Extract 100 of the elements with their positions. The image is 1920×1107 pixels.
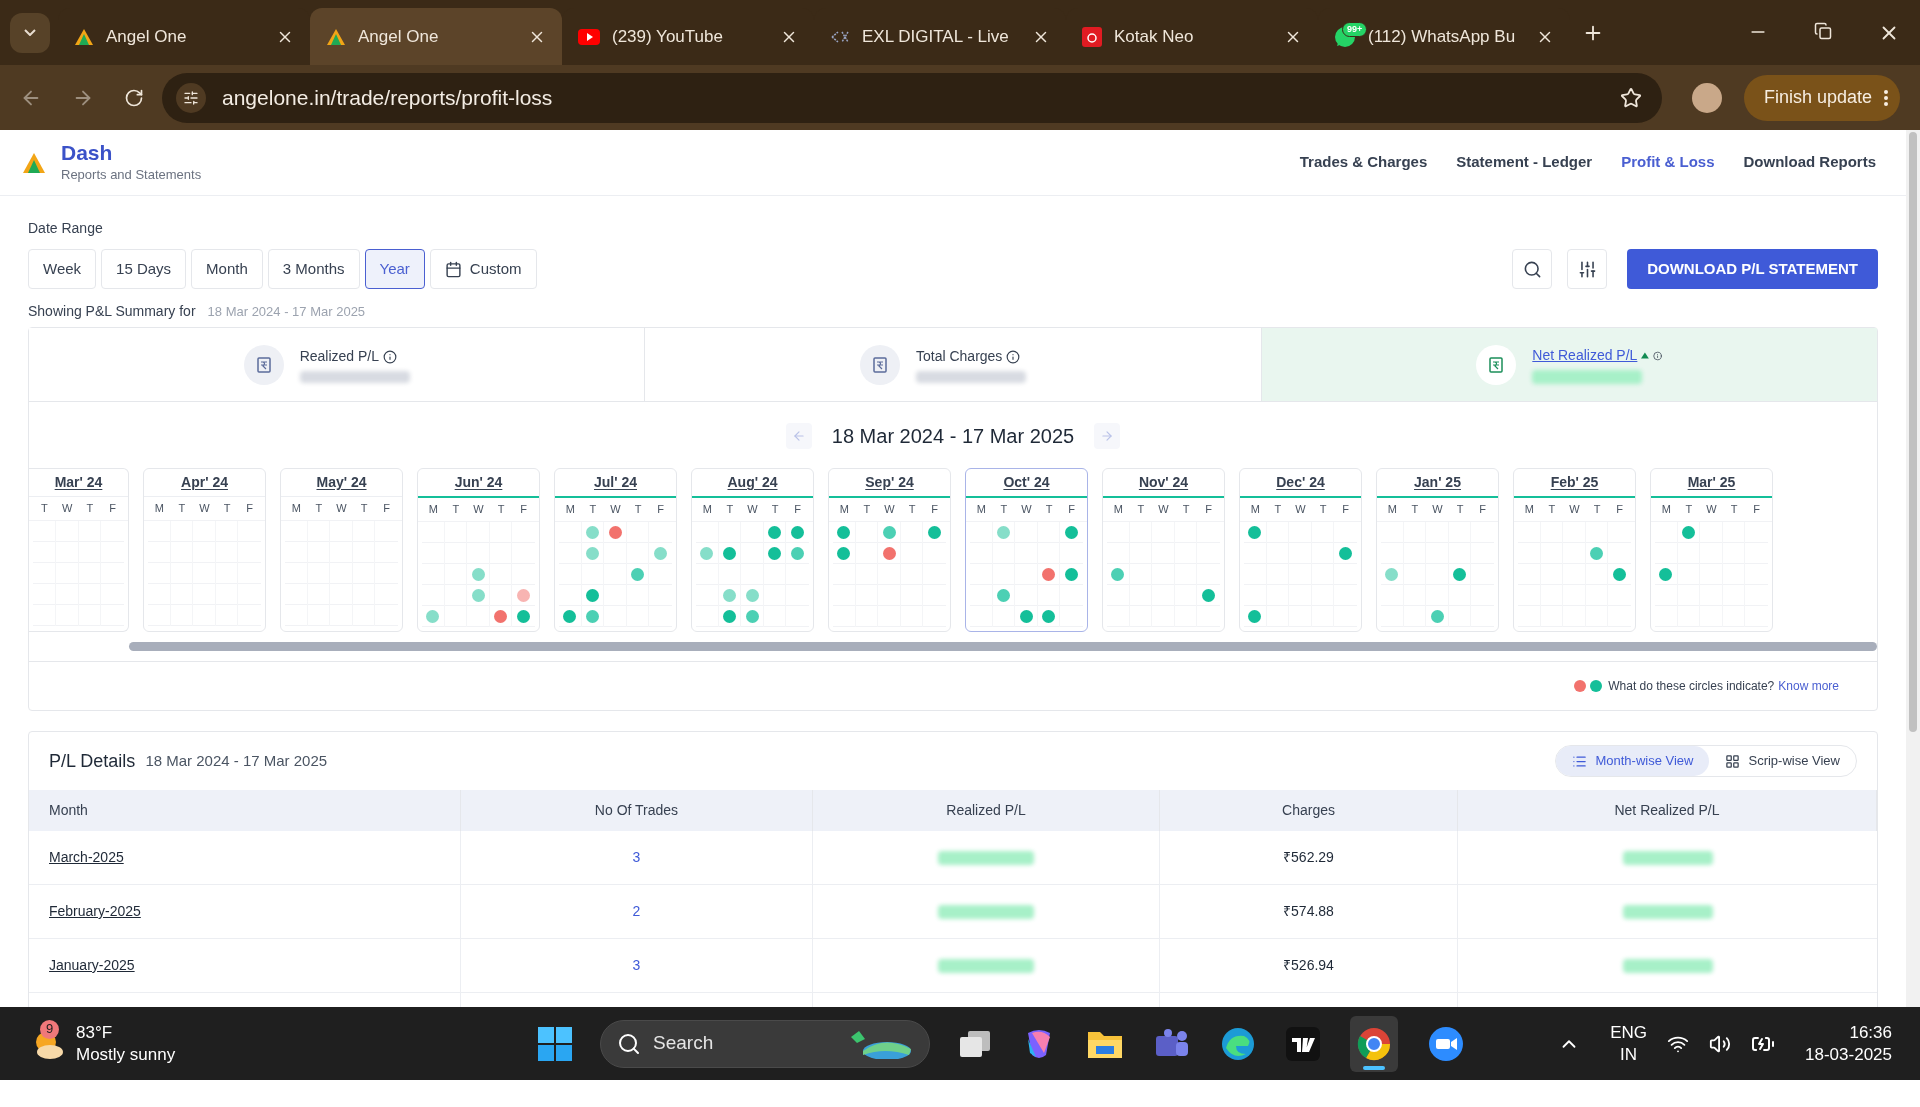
month-link[interactable]: February-2025	[49, 901, 141, 922]
month-card[interactable]: Oct' 24 M T W T F	[965, 468, 1088, 632]
notification-badge: 99+	[1342, 21, 1368, 37]
play-logo-icon	[578, 28, 600, 45]
weekday-label: T	[1684, 502, 1694, 518]
summary-label: Realized P/L	[299, 347, 380, 366]
month-card[interactable]: Jul' 24 M T W T F	[554, 468, 677, 632]
weekday-label: M	[427, 502, 439, 518]
clock-date[interactable]: 18-03-2025	[1805, 1043, 1892, 1066]
month-label[interactable]: Jul' 24	[594, 472, 637, 493]
video-call-icon[interactable]	[1428, 1025, 1464, 1062]
bookmark-star-icon[interactable]	[1619, 86, 1642, 109]
month-card[interactable]: Sep' 24 M T W T F	[828, 468, 951, 632]
month-label[interactable]: Mar' 24	[54, 472, 103, 493]
weekday-label: F	[1752, 502, 1762, 518]
view-option-button[interactable]: Month-wise View	[1556, 746, 1710, 776]
month-card[interactable]: May' 24 M T W T F	[280, 468, 403, 632]
month-label[interactable]: Sep' 24	[865, 472, 914, 493]
month-label[interactable]: Aug' 24	[727, 472, 778, 493]
finish-update-button[interactable]: Finish update	[1743, 74, 1900, 121]
month-card[interactable]: Dec' 24 M T W T F	[1239, 468, 1362, 632]
wave-browser-icon[interactable]	[1220, 1025, 1256, 1062]
month-link[interactable]: January-2025	[49, 955, 135, 976]
month-card[interactable]: Apr' 24 M T W T F	[143, 468, 266, 632]
weekday-label: M	[1112, 502, 1124, 518]
previous-button[interactable]	[785, 423, 812, 449]
download-statement-button[interactable]: DOWNLOAD P/L STATEMENT	[1627, 249, 1878, 289]
tab-search-button[interactable]	[10, 12, 50, 53]
active-app-tile[interactable]	[1350, 1015, 1398, 1072]
weekday-label: F	[1615, 502, 1625, 518]
month-label[interactable]: May' 24	[316, 472, 367, 493]
weekday-label: T	[725, 502, 735, 518]
browser-tab[interactable]: Angel One	[310, 8, 562, 65]
range-option-button[interactable]: Year	[364, 249, 425, 289]
windows-start-icon[interactable]	[538, 1026, 572, 1061]
weekday-label: F	[245, 501, 255, 517]
month-label[interactable]: Nov' 24	[1138, 472, 1189, 493]
month-label[interactable]: Oct' 24	[1003, 472, 1050, 493]
know-more-link[interactable]: Know more	[1778, 677, 1839, 695]
taskbar-search-field[interactable]: Search	[600, 1019, 930, 1068]
summary-card[interactable]: Net Realized P/L	[1261, 328, 1877, 401]
page-scrollbar[interactable]	[1906, 130, 1920, 1007]
month-label[interactable]: Feb' 25	[1550, 472, 1599, 493]
trade-count[interactable]: 3	[632, 955, 641, 976]
weekday-label: W	[609, 502, 622, 518]
view-option-button[interactable]: Scrip-wise View	[1709, 746, 1856, 776]
weekday-label: F	[108, 501, 117, 517]
range-option-button[interactable]: Custom	[429, 249, 537, 289]
month-card[interactable]: Aug' 24 M T W T F	[691, 468, 814, 632]
filter-button[interactable]	[1567, 249, 1608, 289]
weekday-label: T	[907, 502, 917, 518]
scrollbar[interactable]	[129, 642, 1877, 651]
month-card[interactable]: Feb' 25 M T W T F	[1513, 468, 1636, 632]
month-label[interactable]: Apr' 24	[181, 472, 228, 493]
weekday-label: F	[930, 502, 940, 518]
clock-time[interactable]: 16:36	[1849, 1021, 1892, 1044]
task-view-icon[interactable]	[958, 1028, 992, 1059]
next-button[interactable]	[1094, 423, 1121, 449]
month-label[interactable]: Jan' 25	[1414, 472, 1461, 493]
nav-link[interactable]: Trades & Charges	[1299, 151, 1428, 174]
chart-app-icon[interactable]	[1286, 1026, 1320, 1061]
month-card[interactable]: Nov' 24 M T W T F	[1102, 468, 1225, 632]
language-text[interactable]: ENG	[1610, 1021, 1648, 1044]
month-label[interactable]: Jun' 24	[454, 472, 503, 493]
month-card[interactable]: Jun' 24 M T W T F	[417, 468, 540, 632]
profile-avatar[interactable]	[1691, 82, 1722, 113]
app-subtitle: Reports and Statements	[61, 165, 202, 184]
trade-count[interactable]: 3	[632, 847, 641, 868]
weekday-label: F	[793, 502, 803, 518]
month-label[interactable]: Mar' 25	[1687, 472, 1736, 493]
month-label[interactable]: Dec' 24	[1276, 472, 1325, 493]
weekday-label: W	[472, 502, 485, 518]
trade-count[interactable]: 2	[632, 901, 641, 922]
region-text[interactable]: IN	[1620, 1043, 1638, 1066]
range-option-button[interactable]: Month	[191, 249, 263, 289]
url-text: angelone.in/trade/reports/profit-loss	[222, 84, 554, 111]
weekday-label: T	[633, 502, 643, 518]
range-option-button[interactable]: Week	[28, 249, 97, 289]
summary-label[interactable]: Net Realized P/L	[1532, 345, 1638, 366]
reload-icon[interactable]	[124, 87, 144, 108]
nav-link[interactable]: Profit & Loss	[1621, 151, 1715, 174]
nav-link[interactable]: Download Reports	[1743, 151, 1876, 174]
month-card[interactable]: Mar' 25 M T W T F	[1650, 468, 1773, 632]
list-icon	[1572, 753, 1588, 769]
nav-link[interactable]: Statement - Ledger	[1456, 151, 1593, 174]
info-icon[interactable]	[383, 349, 398, 364]
month-card[interactable]: Mar' 24 T W T F	[29, 468, 129, 632]
weekday-label: T	[451, 502, 461, 518]
address-field[interactable]: angelone.in/trade/reports/profit-loss	[162, 72, 1662, 123]
range-option-button[interactable]: 3 Months	[267, 249, 360, 289]
summary-card[interactable]: Realized P/L	[29, 328, 646, 401]
restore-icon[interactable]	[1814, 21, 1832, 40]
search-button[interactable]	[1512, 249, 1553, 289]
info-icon[interactable]	[1006, 349, 1021, 364]
month-card[interactable]: Jan' 25 M T W T F	[1376, 468, 1499, 632]
month-link[interactable]: March-2025	[49, 847, 124, 868]
site-settings-icon[interactable]	[176, 82, 206, 113]
tab-title: Angel One	[106, 25, 188, 48]
range-option-button[interactable]: 15 Days	[101, 249, 187, 289]
weekday-label: M	[838, 502, 850, 518]
